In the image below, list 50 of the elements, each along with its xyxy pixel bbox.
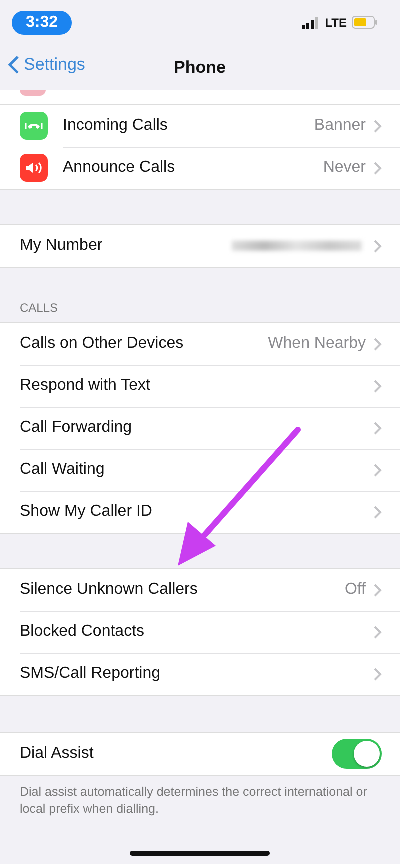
chevron-icon [374, 120, 382, 132]
chevron-icon [374, 626, 382, 638]
settings-row[interactable]: Call Waiting [0, 449, 400, 491]
settings-row[interactable]: Silence Unknown Callers Off [0, 569, 400, 611]
battery-icon [352, 16, 378, 29]
row-label: Respond with Text [20, 377, 152, 395]
settings-row[interactable]: Announce Calls Never [0, 147, 400, 189]
chevron-icon [374, 668, 382, 680]
chevron-icon [374, 338, 382, 350]
row-label: Blocked Contacts [20, 623, 146, 641]
settings-row[interactable]: Incoming Calls Banner [0, 105, 400, 147]
row-value: Off [344, 581, 366, 599]
settings-row[interactable]: SMS/Call Reporting [0, 653, 400, 695]
row-label: Dial Assist [20, 745, 95, 763]
row-label: Show My Caller ID [20, 503, 154, 521]
chevron-icon [374, 380, 382, 392]
row-label: Incoming Calls [63, 117, 169, 135]
settings-row[interactable]: Dial Assist [0, 733, 400, 775]
status-time: 3:32 [12, 10, 72, 34]
chevron-icon [374, 506, 382, 518]
row-value: When Nearby [268, 335, 366, 353]
row-label: Call Waiting [20, 461, 106, 479]
app-icon [20, 90, 46, 96]
toggle-switch[interactable] [332, 739, 382, 769]
row-value: Never [323, 159, 366, 177]
back-chevron-icon [8, 55, 20, 75]
chevron-icon [374, 240, 382, 252]
chevron-icon [374, 464, 382, 476]
settings-row[interactable]: Respond with Text [0, 365, 400, 407]
settings-row[interactable]: Call Forwarding [0, 407, 400, 449]
chevron-icon [374, 162, 382, 174]
settings-row[interactable]: Blocked Contacts [0, 611, 400, 653]
section-header: CALLS [19, 301, 60, 317]
row-label: Announce Calls [63, 159, 176, 177]
row-value: Banner [314, 117, 366, 135]
row-label: Call Forwarding [20, 419, 134, 437]
row-label: SMS/Call Reporting [20, 665, 162, 683]
settings-row[interactable]: My Number [0, 225, 400, 267]
network-label: LTE [325, 16, 347, 30]
settings-row[interactable]: Calls on Other Devices When Nearby [0, 323, 400, 365]
chevron-icon [374, 584, 382, 596]
row-label: Silence Unknown Callers [20, 581, 199, 599]
settings-row[interactable]: Show My Caller ID [0, 491, 400, 533]
chevron-icon [374, 422, 382, 434]
speaker-icon [24, 160, 44, 176]
row-label: Calls on Other Devices [20, 335, 185, 353]
footer-note: Dial assist automatically determines the correct international or local prefix when dialling. [19, 784, 368, 818]
page-title: Phone [174, 58, 226, 78]
row-label: My Number [20, 237, 104, 255]
signal-icon [302, 16, 320, 28]
